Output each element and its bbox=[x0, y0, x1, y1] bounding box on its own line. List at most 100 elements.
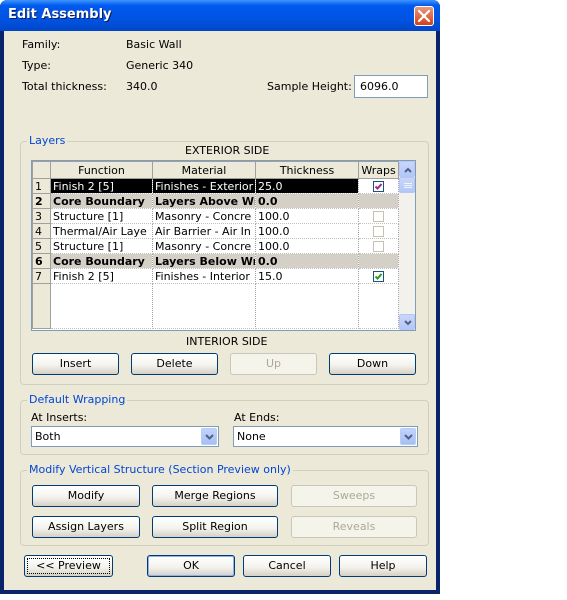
scroll-down-button[interactable] bbox=[399, 314, 415, 330]
layer-row[interactable]: 7 Finish 2 [5] Finishes - Interior 15.0 bbox=[32, 268, 399, 284]
merge-regions-button[interactable]: Merge Regions bbox=[152, 485, 278, 507]
layer-row[interactable]: 6 Core Boundary Layers Below Wra 0.0 bbox=[32, 253, 399, 269]
layer-thickness-cell[interactable]: 100.0 bbox=[255, 238, 359, 254]
default-wrapping-title: Default Wrapping bbox=[27, 393, 128, 406]
layer-material-cell[interactable]: Layers Below Wra bbox=[152, 253, 256, 269]
layer-row[interactable]: 4 Thermal/Air Laye Air Barrier - Air In 100… bbox=[32, 223, 399, 239]
col-header-thickness[interactable]: Thickness bbox=[255, 161, 359, 179]
insert-button[interactable]: Insert bbox=[32, 353, 119, 375]
empty-row-header bbox=[32, 283, 51, 329]
delete-button-label: Delete bbox=[156, 357, 193, 370]
layer-material-cell[interactable]: Masonry - Concre bbox=[152, 208, 256, 224]
at-inserts-select[interactable]: Both bbox=[31, 426, 219, 447]
interior-side-label: INTERIOR SIDE bbox=[186, 335, 268, 348]
up-button-label: Up bbox=[265, 357, 282, 370]
wraps-checkbox[interactable] bbox=[373, 226, 384, 237]
title-bar[interactable]: Edit Assembly bbox=[0, 0, 440, 31]
modify-button-label: Modify bbox=[67, 489, 105, 502]
close-button[interactable] bbox=[414, 6, 434, 26]
layer-function-cell[interactable]: Core Boundary bbox=[50, 253, 153, 269]
wraps-checkbox[interactable] bbox=[373, 271, 384, 282]
layer-row[interactable]: 3 Structure [1] Masonry - Concre 100.0 bbox=[32, 208, 399, 224]
layer-row[interactable]: 1 Finish 2 [5] Finishes - Exterior 25.0 bbox=[32, 178, 399, 194]
layer-row-number: 2 bbox=[32, 193, 51, 209]
layer-row[interactable]: 5 Structure [1] Masonry - Concre 100.0 bbox=[32, 238, 399, 254]
scroll-thumb[interactable] bbox=[399, 177, 415, 193]
layer-row-number: 5 bbox=[32, 238, 51, 254]
wraps-checkbox[interactable] bbox=[373, 241, 384, 252]
help-button-label: Help bbox=[370, 559, 396, 572]
at-ends-select[interactable]: None bbox=[233, 426, 418, 447]
assign-layers-label: Assign Layers bbox=[48, 520, 124, 533]
layer-material-cell[interactable]: Finishes - Interior bbox=[152, 268, 256, 284]
layer-function-cell[interactable]: Thermal/Air Laye bbox=[50, 223, 153, 239]
col-header-wraps[interactable]: Wraps bbox=[358, 161, 399, 179]
help-button[interactable]: Help bbox=[339, 555, 427, 577]
col-header-material[interactable]: Material bbox=[152, 161, 256, 179]
layer-material-cell[interactable]: Layers Above Wr bbox=[152, 193, 256, 209]
at-inserts-dropdown-button[interactable] bbox=[201, 428, 217, 445]
window-title: Edit Assembly bbox=[8, 7, 112, 22]
reveals-button[interactable]: Reveals bbox=[291, 516, 417, 538]
family-value: Basic Wall bbox=[126, 38, 182, 51]
scroll-up-button[interactable] bbox=[399, 161, 415, 177]
sample-height-input[interactable]: 6096.0 bbox=[354, 75, 428, 98]
layers-scrollbar[interactable] bbox=[399, 161, 415, 330]
layer-row[interactable]: 2 Core Boundary Layers Above Wr 0.0 bbox=[32, 193, 399, 209]
layer-thickness-cell[interactable]: 15.0 bbox=[255, 268, 359, 284]
wraps-checkbox[interactable] bbox=[373, 211, 384, 222]
layer-function-cell[interactable]: Structure [1] bbox=[50, 208, 153, 224]
assign-layers-button[interactable]: Assign Layers bbox=[32, 516, 140, 538]
at-ends-dropdown-button[interactable] bbox=[400, 428, 416, 445]
col-header-function[interactable]: Function bbox=[50, 161, 153, 179]
sweeps-button[interactable]: Sweeps bbox=[291, 485, 417, 507]
empty-row-area[interactable] bbox=[32, 283, 399, 329]
layer-thickness-cell[interactable]: 0.0 bbox=[255, 193, 359, 209]
layer-row-number: 6 bbox=[32, 253, 51, 269]
at-inserts-value: Both bbox=[35, 430, 61, 443]
cancel-button-label: Cancel bbox=[268, 559, 306, 572]
layer-material-cell[interactable]: Air Barrier - Air In bbox=[152, 223, 256, 239]
modify-vertical-structure-title: Modify Vertical Structure (Section Previ… bbox=[27, 463, 293, 476]
delete-button[interactable]: Delete bbox=[131, 353, 218, 375]
layer-wraps-cell[interactable] bbox=[358, 268, 399, 284]
total-thickness-label: Total thickness: bbox=[22, 80, 107, 93]
down-button[interactable]: Down bbox=[329, 353, 416, 375]
ok-button[interactable]: OK bbox=[147, 555, 235, 577]
layer-wraps-cell[interactable] bbox=[358, 193, 399, 209]
sweeps-label: Sweeps bbox=[332, 489, 376, 502]
layer-thickness-cell[interactable]: 100.0 bbox=[255, 223, 359, 239]
chevron-down-icon bbox=[205, 434, 214, 440]
layer-wraps-cell[interactable] bbox=[358, 208, 399, 224]
layers-header-row: Function Material Thickness Wraps bbox=[32, 161, 399, 179]
split-region-button[interactable]: Split Region bbox=[152, 516, 278, 538]
layer-function-cell[interactable]: Structure [1] bbox=[50, 238, 153, 254]
layer-thickness-cell[interactable]: 0.0 bbox=[255, 253, 359, 269]
layer-wraps-cell[interactable] bbox=[358, 223, 399, 239]
layer-function-cell[interactable]: Core Boundary bbox=[50, 193, 153, 209]
close-icon bbox=[418, 10, 430, 22]
layer-wraps-cell[interactable] bbox=[358, 238, 399, 254]
exterior-side-label: EXTERIOR SIDE bbox=[185, 144, 270, 157]
checkmark-icon bbox=[374, 183, 383, 190]
chevron-down-icon bbox=[404, 320, 412, 326]
layer-material-cell[interactable]: Finishes - Exterior bbox=[152, 178, 256, 194]
layer-thickness-cell[interactable]: 100.0 bbox=[255, 208, 359, 224]
layer-function-cell[interactable]: Finish 2 [5] bbox=[50, 268, 153, 284]
layer-material-cell[interactable]: Masonry - Concre bbox=[152, 238, 256, 254]
wraps-checkbox[interactable] bbox=[373, 181, 384, 192]
layer-wraps-cell[interactable] bbox=[358, 253, 399, 269]
at-ends-value: None bbox=[237, 430, 266, 443]
up-button[interactable]: Up bbox=[230, 353, 317, 375]
checkmark-icon bbox=[374, 273, 383, 280]
type-value: Generic 340 bbox=[126, 59, 194, 72]
cancel-button[interactable]: Cancel bbox=[243, 555, 331, 577]
split-region-label: Split Region bbox=[182, 520, 248, 533]
grip-icon bbox=[404, 183, 412, 188]
family-label: Family: bbox=[22, 38, 61, 51]
layer-wraps-cell[interactable] bbox=[358, 178, 399, 194]
modify-button[interactable]: Modify bbox=[32, 485, 140, 507]
layer-thickness-cell[interactable]: 25.0 bbox=[255, 178, 359, 194]
preview-button[interactable]: << Preview bbox=[24, 555, 113, 577]
layer-function-cell[interactable]: Finish 2 [5] bbox=[50, 178, 153, 194]
